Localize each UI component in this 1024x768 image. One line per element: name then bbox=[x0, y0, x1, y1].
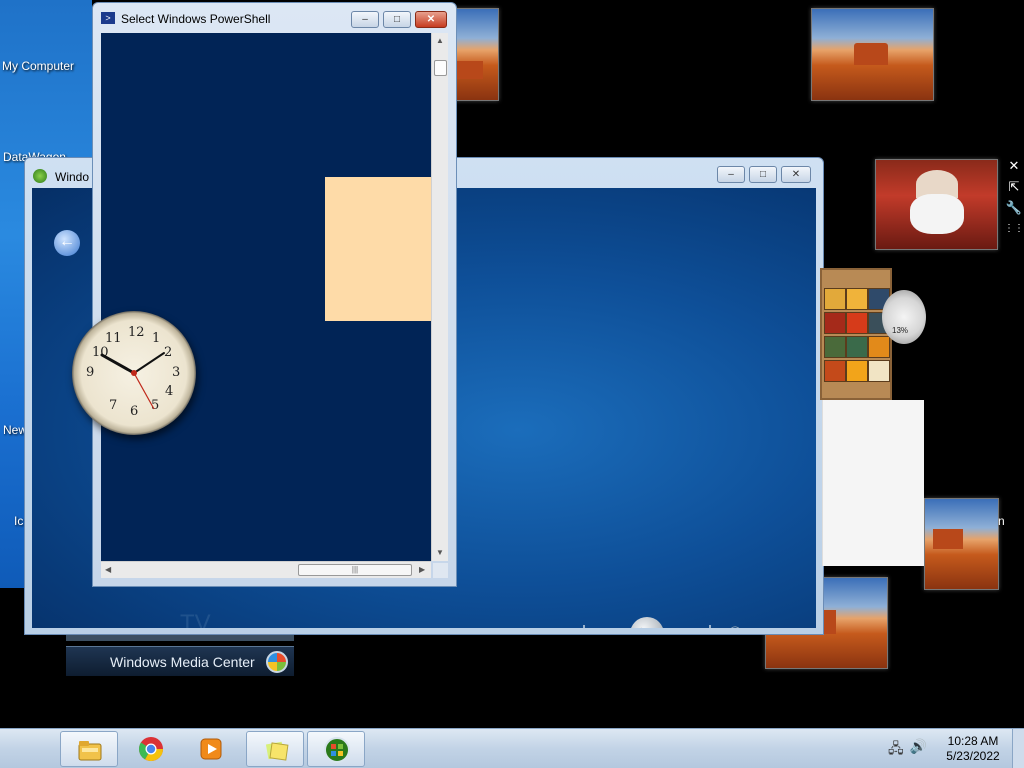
media-player-icon bbox=[200, 738, 222, 760]
powershell-window[interactable]: > Select Windows PowerShell – □ ✕ ▲ ▼ ◀ … bbox=[92, 2, 457, 587]
folder-icon bbox=[78, 741, 102, 761]
cpu-meter-gadget: 13% bbox=[882, 290, 926, 344]
media-center-maximize-button[interactable]: □ bbox=[749, 166, 777, 183]
volume-down-button[interactable]: − bbox=[757, 625, 766, 628]
resize-grip[interactable] bbox=[433, 563, 448, 578]
gadget-close-icon[interactable]: ✕ bbox=[1004, 156, 1024, 176]
gadget-drag-icon[interactable]: ⋮⋮ bbox=[1004, 219, 1024, 239]
volume-icon[interactable]: 🔊 bbox=[910, 738, 927, 762]
santa-beard bbox=[910, 194, 964, 234]
back-button[interactable]: ← bbox=[54, 230, 80, 256]
taskbar: 🖧 🔊 10:28 AM 5/23/2022 bbox=[0, 728, 1024, 768]
scroll-down-icon[interactable]: ▼ bbox=[436, 548, 444, 557]
transport-controls: ■ ◀◀ ▶ ▶▶ 🔊 − + bbox=[562, 616, 789, 628]
console-highlight-rect bbox=[325, 177, 431, 321]
chrome-icon bbox=[139, 737, 163, 762]
tv-menu-label[interactable]: TV bbox=[180, 610, 211, 628]
media-center-orb-icon bbox=[266, 651, 288, 673]
vertical-scrollbar[interactable]: ▲ ▼ bbox=[431, 33, 448, 561]
desktop-icon-ic[interactable]: Ic bbox=[14, 514, 23, 528]
gadget-size-icon[interactable]: ⇱ bbox=[1004, 177, 1024, 197]
powershell-icon: > bbox=[101, 12, 115, 24]
taskbar-media-center-button[interactable] bbox=[307, 731, 365, 767]
taskbar-time: 10:28 AM bbox=[947, 734, 999, 748]
clock-hands bbox=[100, 352, 165, 410]
media-center-strip[interactable]: Windows Media Center bbox=[66, 646, 294, 676]
media-center-close-button[interactable]: ✕ bbox=[781, 166, 811, 183]
photo-thumbnail bbox=[924, 498, 999, 590]
system-tray: 🖧 🔊 bbox=[888, 738, 927, 762]
photo-thumbnail bbox=[452, 8, 499, 101]
desktop-icon-my-computer[interactable]: My Computer bbox=[2, 59, 74, 73]
volume-button[interactable]: 🔊 bbox=[725, 626, 742, 629]
gadget-options-icon[interactable]: 🔧 bbox=[1004, 198, 1024, 218]
photo-santa bbox=[875, 159, 998, 250]
horizontal-scroll-thumb[interactable]: ||| bbox=[298, 564, 412, 576]
clock-gadget[interactable]: 12 1 2 3 4 5 6 7 9 10 11 bbox=[72, 311, 196, 435]
horizontal-scrollbar[interactable]: ◀ ||| ▶ bbox=[101, 561, 431, 578]
taskbar-date: 5/23/2022 bbox=[946, 749, 1000, 763]
powershell-close-button[interactable]: ✕ bbox=[415, 11, 447, 28]
show-desktop-button[interactable] bbox=[1012, 729, 1024, 768]
fast-forward-button[interactable]: ▶▶ bbox=[678, 628, 695, 629]
blank-pane bbox=[822, 400, 924, 566]
separator bbox=[583, 625, 586, 628]
taskbar-media-player-button[interactable] bbox=[182, 731, 240, 767]
volume-up-button[interactable]: + bbox=[780, 625, 789, 628]
photo-thumbnail bbox=[811, 8, 934, 101]
taskbar-clock[interactable]: 10:28 AM 5/23/2022 bbox=[940, 734, 1006, 764]
play-button[interactable]: ▶ bbox=[630, 617, 665, 628]
scroll-left-icon[interactable]: ◀ bbox=[105, 565, 111, 574]
sticky-notes-icon bbox=[265, 741, 289, 761]
photo-label-partial: n bbox=[998, 514, 1005, 528]
powershell-console[interactable] bbox=[101, 33, 431, 561]
media-center-icon bbox=[324, 737, 350, 763]
vertical-scroll-thumb[interactable] bbox=[434, 60, 447, 76]
taskbar-chrome-button[interactable] bbox=[122, 731, 180, 767]
rewind-button[interactable]: ◀◀ bbox=[599, 628, 616, 629]
powershell-maximize-button[interactable]: □ bbox=[383, 11, 411, 28]
media-center-title: Windo bbox=[55, 170, 90, 184]
media-center-minimize-button[interactable]: – bbox=[717, 166, 745, 183]
separator bbox=[709, 625, 712, 628]
meter-value: 13% bbox=[892, 326, 909, 335]
media-center-strip-edge bbox=[66, 635, 294, 641]
stop-button[interactable]: ■ bbox=[562, 627, 569, 628]
powershell-title: Select Windows PowerShell bbox=[121, 12, 271, 26]
taskbar-explorer-button[interactable] bbox=[60, 731, 118, 767]
scroll-right-icon[interactable]: ▶ bbox=[419, 565, 425, 574]
media-center-logo-icon bbox=[33, 169, 47, 183]
scroll-up-icon[interactable]: ▲ bbox=[436, 36, 444, 45]
powershell-minimize-button[interactable]: – bbox=[351, 11, 379, 28]
taskbar-sticky-notes-button[interactable] bbox=[246, 731, 304, 767]
picture-puzzle-gadget[interactable] bbox=[820, 268, 892, 400]
media-center-strip-label: Windows Media Center bbox=[110, 654, 255, 670]
network-icon[interactable]: 🖧 bbox=[888, 738, 904, 762]
